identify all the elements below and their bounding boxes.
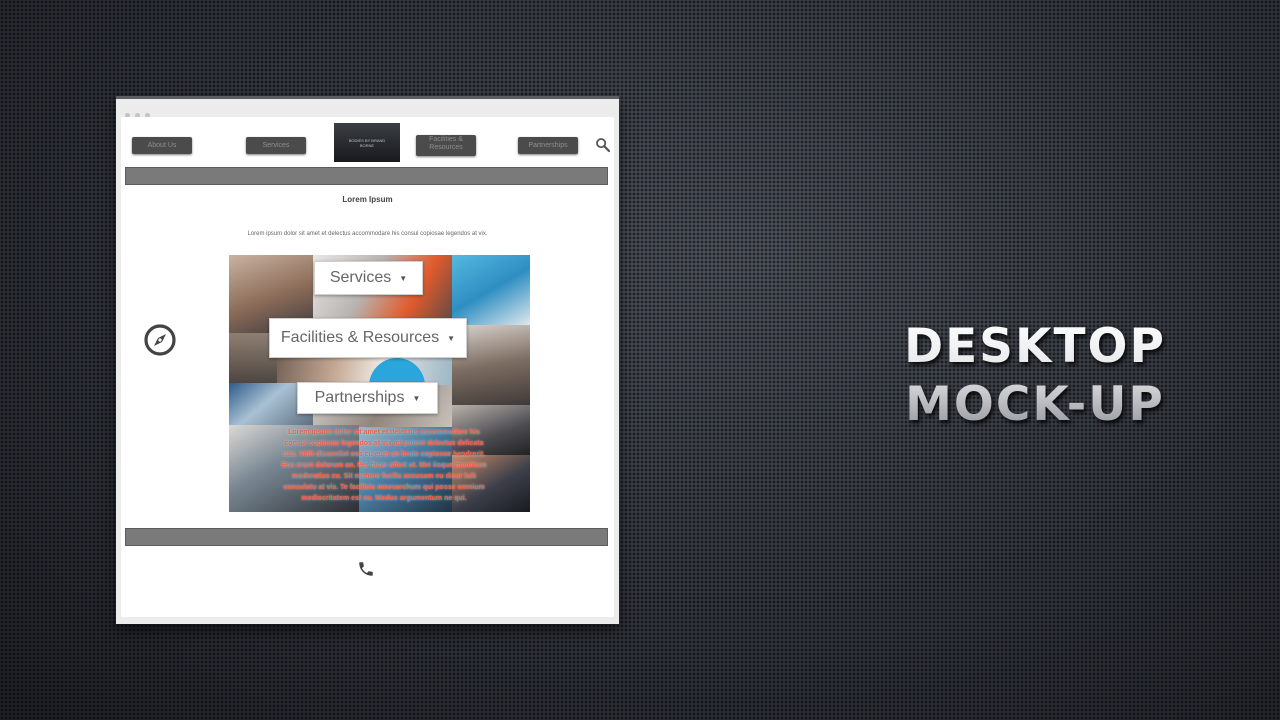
nav-facilities-line2: Resources <box>429 144 463 151</box>
chevron-down-icon: ▼ <box>447 333 456 343</box>
chevron-down-icon: ▼ <box>399 273 408 283</box>
window-top-edge <box>116 96 619 99</box>
web-page: About Us Services BODIES BY BRAND BORNE … <box>121 117 614 617</box>
collage-overlay-text: Lorem ipsum dolor sit amet et delectus a… <box>281 429 487 502</box>
header-divider-bar <box>125 167 608 185</box>
nav-facilities-line1: Facilities & <box>429 136 463 143</box>
services-dropdown[interactable]: Services ▼ <box>314 261 423 295</box>
nav-about-button[interactable]: About Us <box>132 137 192 154</box>
page-heading: Lorem Ipsum <box>342 195 393 204</box>
slide-title-line2: MOCK-UP <box>905 377 1165 432</box>
services-dropdown-label: Services <box>329 269 392 286</box>
slide-title: DESKTOP MOCK-UP <box>880 318 1190 434</box>
partnerships-dropdown[interactable]: Partnerships ▼ <box>297 382 438 414</box>
logo-text: BODIES BY BRAND BORNE <box>348 137 386 148</box>
nav-facilities-button[interactable]: Facilities & Resources <box>416 135 476 156</box>
compass-icon[interactable] <box>142 322 178 358</box>
nav-partnerships-button[interactable]: Partnerships <box>518 137 578 154</box>
nav-services-button[interactable]: Services <box>246 137 306 154</box>
search-icon[interactable] <box>594 136 612 154</box>
chevron-down-icon: ▼ <box>412 393 421 403</box>
page-intro-text: Lorem ipsum dolor sit amet et delectus a… <box>247 231 488 237</box>
facilities-dropdown[interactable]: Facilities & Resources ▼ <box>269 318 467 358</box>
footer-divider-bar <box>125 528 608 546</box>
slide-title-line1: DESKTOP <box>904 319 1166 374</box>
collage-photo <box>452 255 530 325</box>
phone-icon[interactable] <box>357 560 375 578</box>
facilities-dropdown-label: Facilities & Resources <box>280 329 440 346</box>
partnerships-dropdown-label: Partnerships <box>314 389 405 406</box>
browser-window: About Us Services BODIES BY BRAND BORNE … <box>116 96 619 624</box>
site-logo[interactable]: BODIES BY BRAND BORNE <box>334 123 400 162</box>
fitness-collage: Partnering 2 Thousand Services ▼ Facilit… <box>229 255 530 512</box>
